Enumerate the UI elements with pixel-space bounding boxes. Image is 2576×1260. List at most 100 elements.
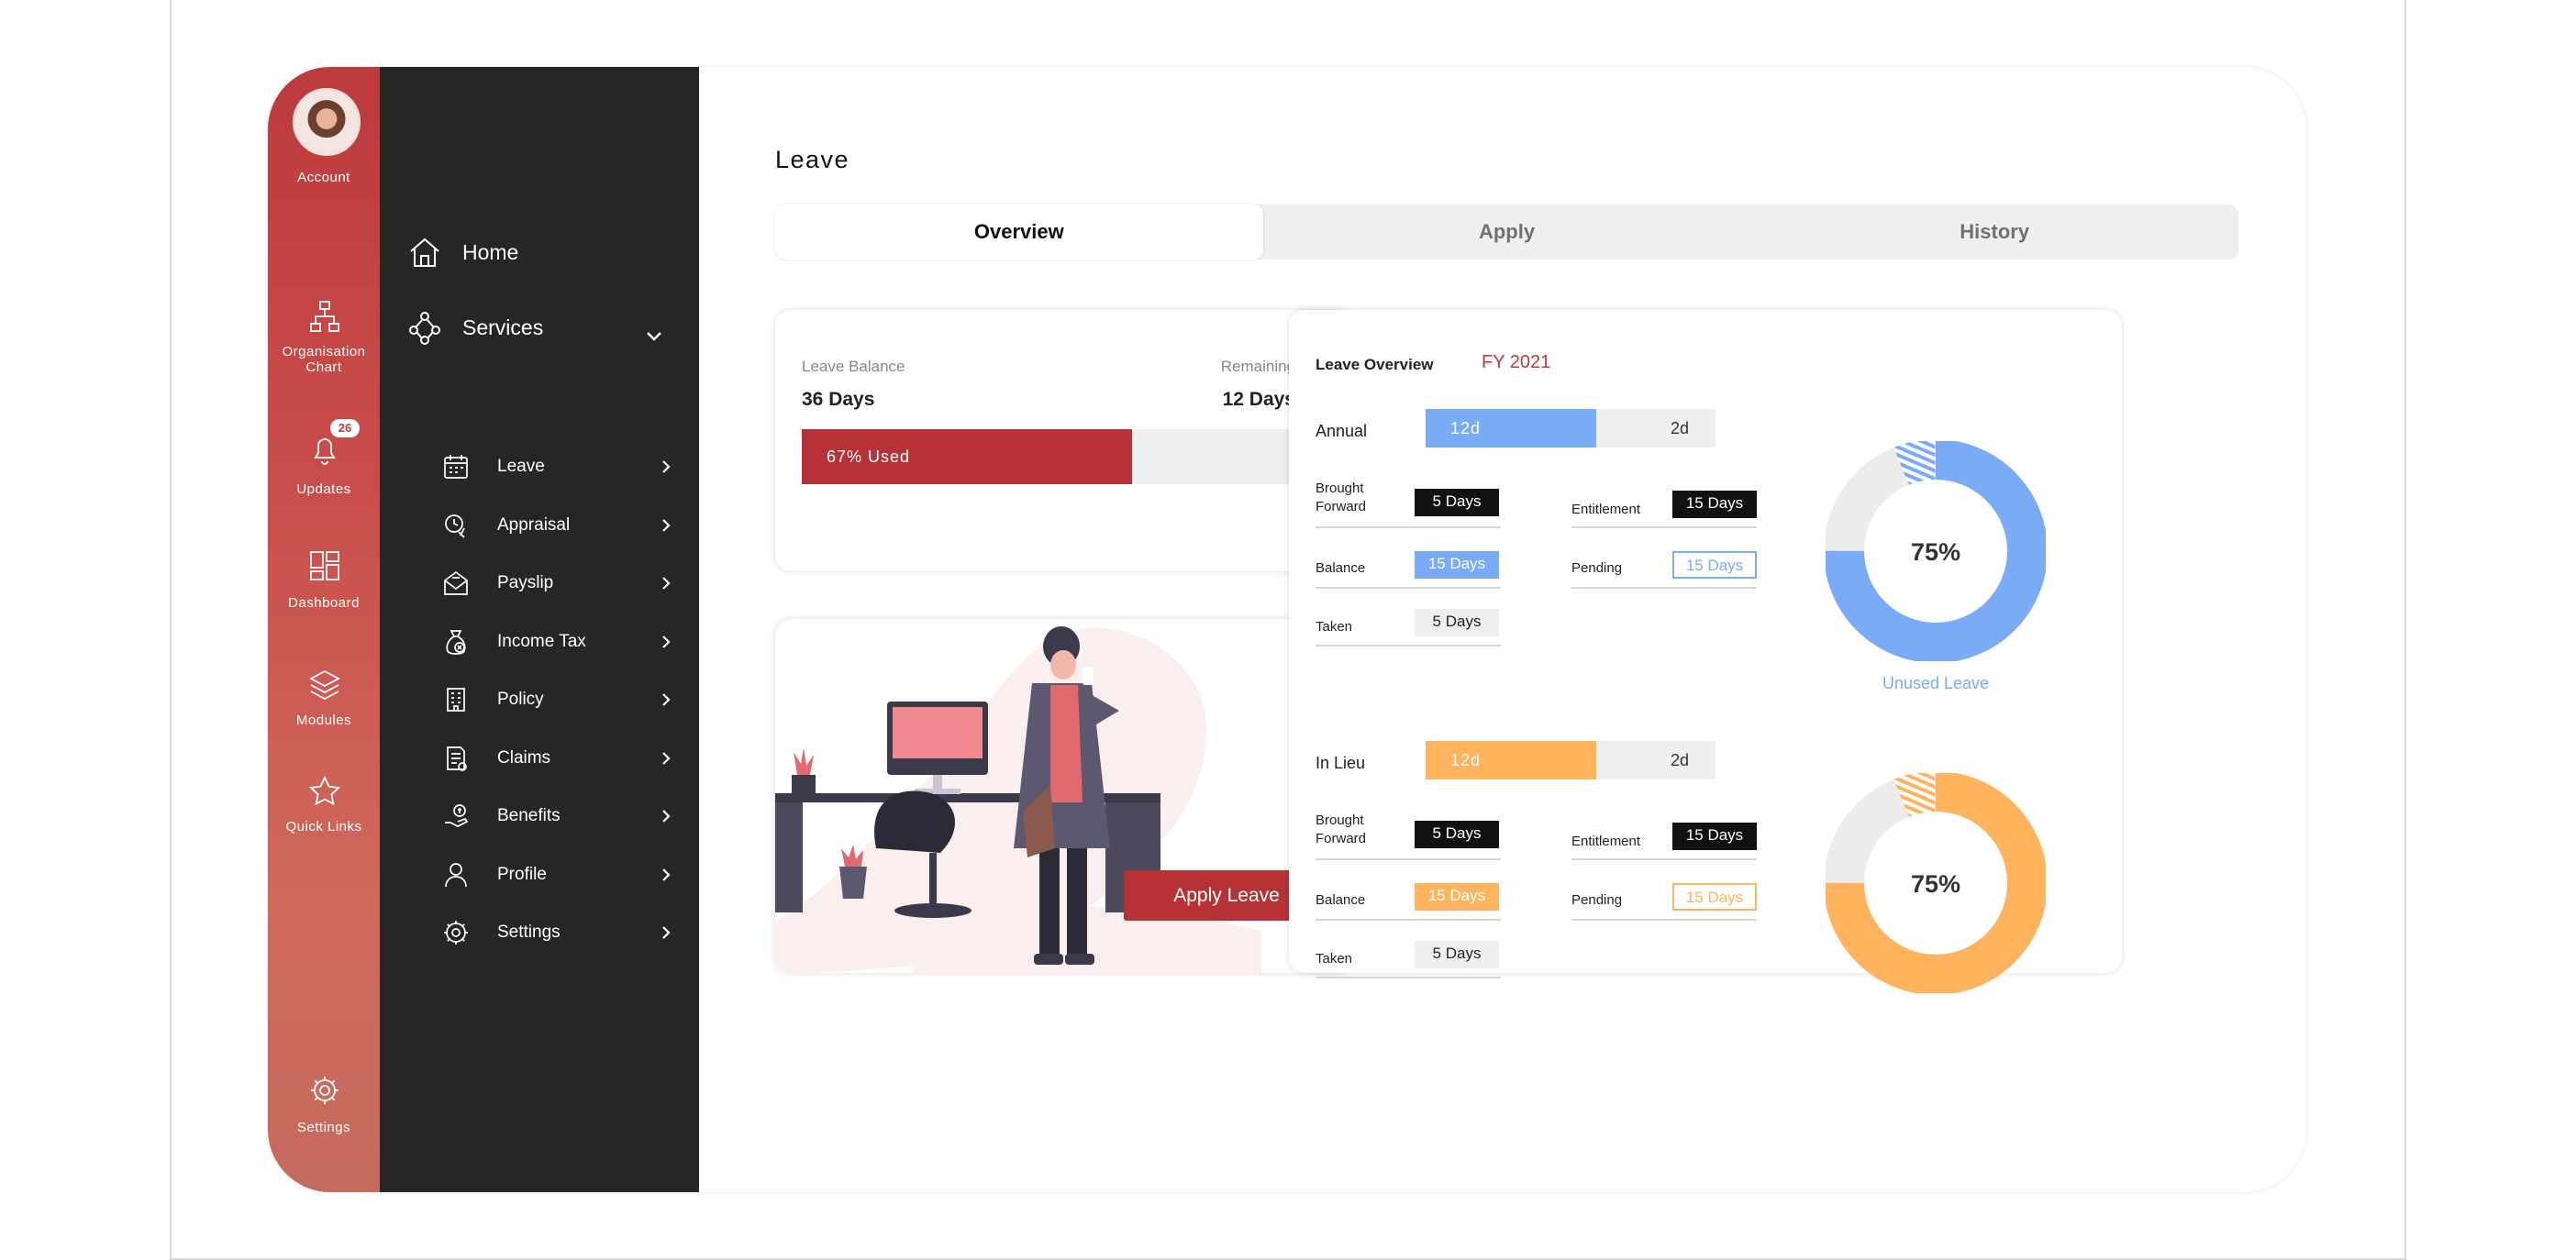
sidebar-item-label: Policy (497, 690, 544, 709)
dashboard-icon[interactable] (308, 549, 341, 582)
divider (1316, 526, 1501, 528)
sidebar-item-claims[interactable]: Claims (442, 740, 672, 777)
donut-percent: 75% (1911, 870, 1960, 898)
chevron-right-icon (662, 868, 671, 881)
divider (1571, 919, 1757, 921)
unused-leave-donut: 75% (1826, 773, 2046, 993)
pending-label: Pending (1571, 892, 1623, 908)
tab-overview[interactable]: Overview (775, 204, 1263, 260)
sidebar-item-profile[interactable]: Profile (442, 857, 672, 893)
services-icon (409, 312, 440, 345)
sidebar-item-label: Benefits (497, 806, 561, 825)
chevron-right-icon (662, 810, 671, 823)
sidebar-item-income-tax[interactable]: Income Tax (442, 624, 672, 660)
divider (1316, 645, 1501, 647)
pending-value: 15 Days (1672, 551, 1757, 579)
tab-history[interactable]: History (1750, 204, 2238, 260)
rail-item-updates[interactable]: Updates (268, 481, 380, 497)
payslip-icon (444, 570, 468, 595)
nav-services-label: Services (462, 315, 544, 339)
rail-item-org-chart[interactable]: Organisation Chart (268, 344, 380, 375)
sidebar-item-label: Leave (497, 457, 545, 476)
star-icon[interactable] (308, 775, 341, 808)
chevron-right-icon (662, 693, 671, 706)
usage-bar-fill: 67% Used (802, 429, 1133, 484)
gear-icon[interactable] (308, 1074, 341, 1107)
user-icon (445, 862, 467, 887)
leave-type-bar-rest: 2d (1670, 751, 1690, 769)
benefits-icon (445, 804, 469, 827)
chevron-right-icon (662, 926, 671, 939)
fiscal-year[interactable]: FY 2021 (1482, 352, 1550, 373)
entitlement-value: 15 Days (1672, 491, 1757, 518)
left-rail: Account Organisation Chart 26 Updates Da… (268, 67, 380, 1192)
usage-bar: 67% Used (802, 429, 1295, 484)
taken-value: 5 Days (1415, 941, 1499, 968)
leave-overview-card: Leave Overview FY 2021 Annual 12d 2d Brough… (1289, 310, 2122, 993)
nav-services[interactable]: Services (407, 310, 543, 345)
chevron-right-icon (662, 518, 671, 532)
leave-type-bar: 12d 2d (1426, 741, 1715, 779)
unused-leave-caption: Unused Leave (1882, 674, 1990, 692)
tab-apply[interactable]: Apply (1263, 204, 1751, 260)
leave-type-in-lieu: In Lieu (1316, 754, 1366, 772)
divider (1316, 858, 1501, 860)
bell-icon[interactable] (308, 434, 341, 467)
brought-forward-value: 5 Days (1415, 489, 1499, 516)
sidebar-item-label: Profile (497, 864, 547, 884)
leave-type-bar-fill: 12d (1426, 409, 1596, 448)
pending-label: Pending (1571, 560, 1623, 576)
divider (1316, 587, 1501, 589)
divider (1571, 587, 1757, 589)
sidebar-item-benefits[interactable]: Benefits (442, 798, 672, 834)
brought-forward-label: Brought Forward (1316, 812, 1367, 846)
sidebar-item-label: Payslip (497, 573, 554, 592)
leave-type-bar: 12d 2d (1426, 409, 1715, 448)
nav-home[interactable]: Home (407, 235, 518, 270)
sidebar-item-label: Income Tax (497, 631, 586, 651)
divider (1571, 526, 1757, 528)
entitlement-label: Entitlement (1571, 502, 1641, 517)
app-window: Account Organisation Chart 26 Updates Da… (268, 67, 2306, 1192)
avatar[interactable] (293, 88, 361, 156)
layers-icon[interactable] (308, 669, 341, 702)
rail-item-quick-links[interactable]: Quick Links (268, 819, 380, 834)
taken-label: Taken (1316, 951, 1353, 967)
brought-forward-label: Brought Forward (1316, 481, 1367, 514)
brought-forward-value: 5 Days (1415, 821, 1499, 848)
main-content: Leave Overview Apply History Leave Balan… (699, 67, 2306, 1192)
sidebar-item-label: Settings (497, 923, 561, 942)
balance-label: Balance (1316, 560, 1366, 576)
rail-item-modules[interactable]: Modules (268, 713, 380, 728)
leave-balance-label: Leave Balance (802, 358, 905, 375)
chevron-right-icon (662, 577, 671, 590)
account-label: Account (297, 170, 350, 185)
money-bag-icon (446, 629, 466, 655)
pending-value: 15 Days (1672, 883, 1757, 911)
chevron-right-icon (662, 635, 671, 648)
appraisal-icon (445, 514, 465, 538)
divider (1316, 919, 1501, 921)
leave-type-annual: Annual (1316, 422, 1368, 440)
org-chart-icon[interactable] (308, 300, 341, 333)
entitlement-value: 15 Days (1672, 823, 1757, 850)
chevron-down-icon[interactable] (646, 328, 662, 345)
taken-value: 5 Days (1415, 609, 1499, 636)
sidebar-item-settings[interactable]: Settings (442, 914, 672, 951)
balance-value: 15 Days (1415, 551, 1499, 579)
remaining-value: 12 Days (1222, 389, 1295, 410)
sidebar-item-leave[interactable]: Leave (442, 448, 672, 485)
sidebar-item-label: Claims (497, 747, 551, 768)
updates-badge: 26 (330, 419, 360, 437)
sidebar-item-appraisal[interactable]: Appraisal (442, 507, 672, 544)
rail-item-settings[interactable]: Settings (268, 1120, 380, 1135)
leave-overview-title: Leave Overview (1316, 356, 1434, 373)
building-icon (447, 688, 465, 712)
balance-value: 15 Days (1415, 883, 1499, 911)
sidebar-item-policy[interactable]: Policy (442, 681, 672, 718)
leave-type-bar-fill: 12d (1426, 741, 1596, 779)
sidebar-item-payslip[interactable]: Payslip (442, 565, 672, 602)
unused-leave-donut: 75% (1826, 441, 2046, 661)
claims-icon (447, 746, 467, 771)
rail-item-dashboard[interactable]: Dashboard (268, 595, 380, 611)
